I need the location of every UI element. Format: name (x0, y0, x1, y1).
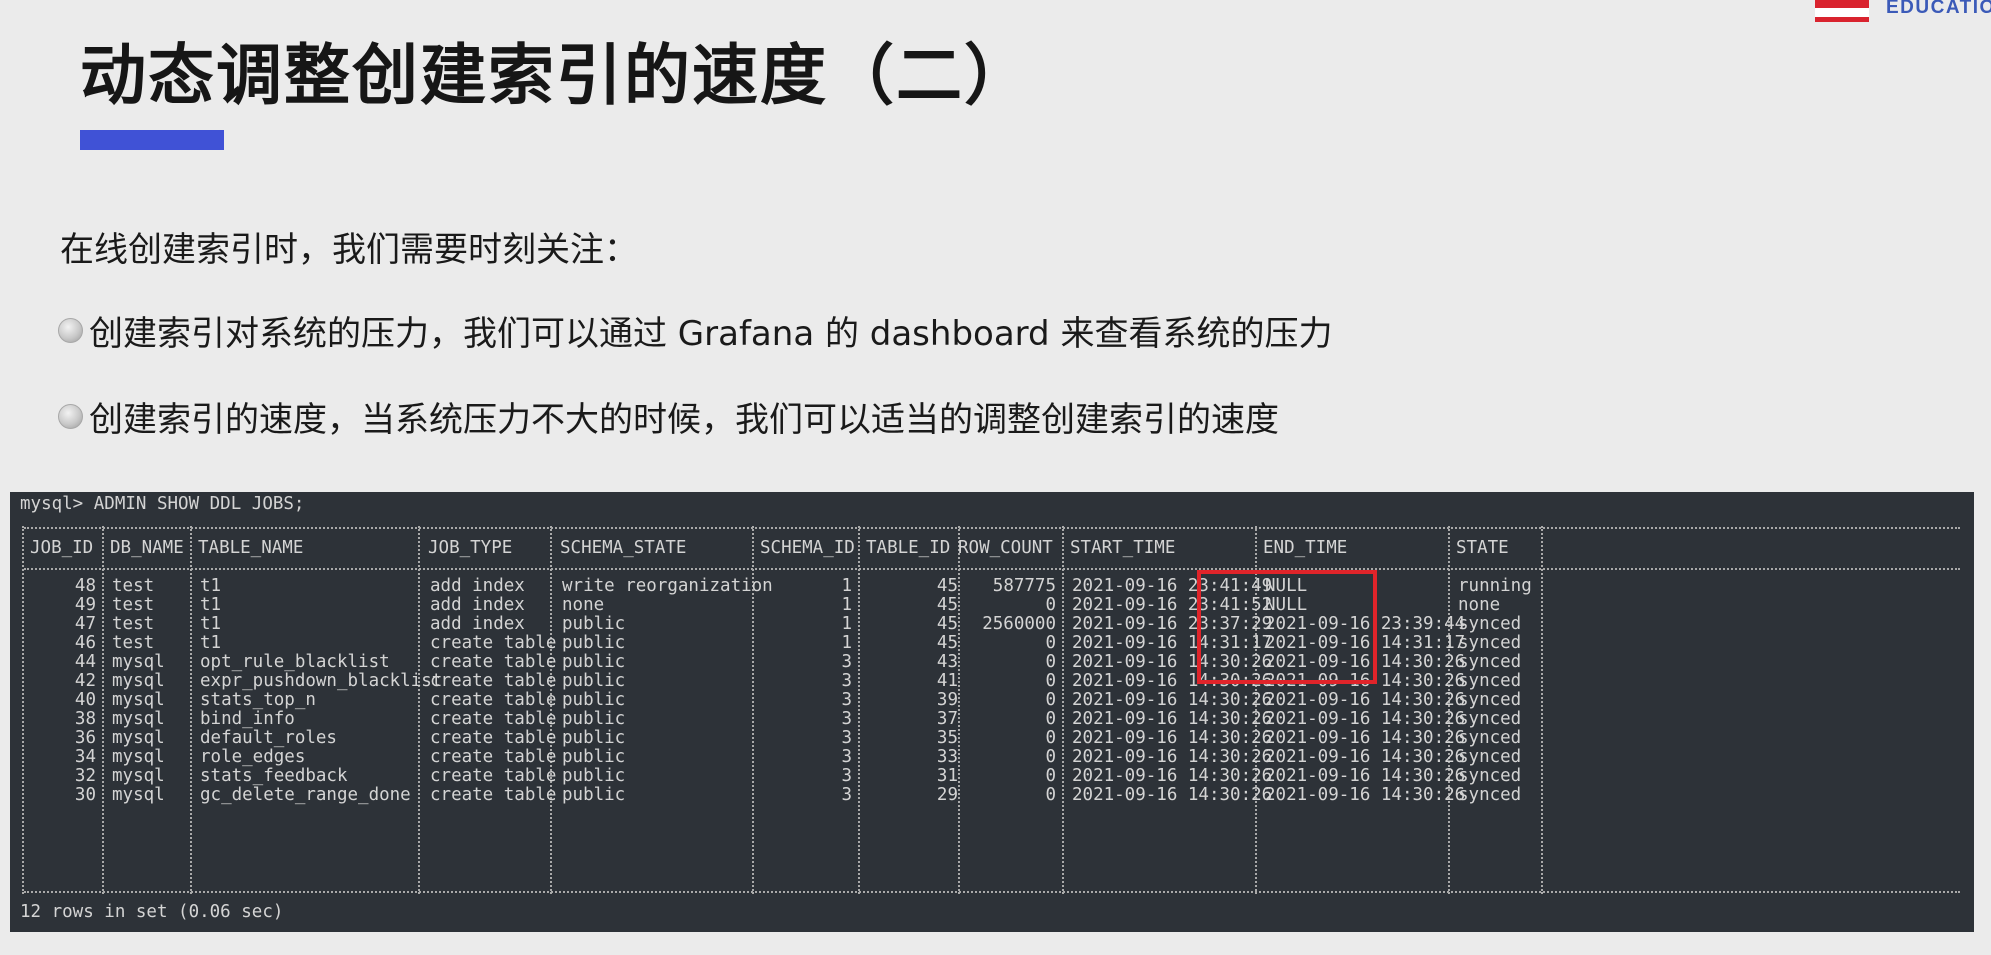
command-line: mysql> ADMIN SHOW DDL JOBS; (20, 494, 305, 514)
bullet-item: 创建索引对系统的压力，我们可以通过 Grafana 的 dashboard 来查… (58, 306, 1332, 355)
bullet-text: 创建索引对系统的压力，我们可以通过 Grafana 的 dashboard 来查… (89, 314, 1333, 354)
bullet-text: 创建索引的速度，当系统压力不大的时候，我们可以适当的调整创建索引的速度 (89, 400, 1279, 440)
cell-state: synced (1458, 785, 1522, 805)
column-header-schema-state: SCHEMA_STATE (560, 538, 687, 558)
header-separator (24, 568, 1960, 570)
brand-text: EDUCATION (1886, 0, 1991, 18)
intro-text: 在线创建索引时，我们需要时刻关注： (60, 230, 638, 270)
column-header-start-time: START_TIME (1070, 538, 1176, 558)
terminal-output: mysql> ADMIN SHOW DDL JOBS; 12 rows in s… (10, 492, 1974, 932)
column-header-end-time: END_TIME (1263, 538, 1348, 558)
column-header-table-name: TABLE_NAME (198, 538, 304, 558)
column-header-job-id: JOB_ID (30, 538, 94, 558)
bullet-dot-icon (58, 404, 83, 429)
cell-db-name: mysql (112, 785, 165, 805)
table-border-top (24, 527, 1960, 529)
book-logo-icon (1815, 0, 1869, 22)
title-accent-bar (80, 130, 224, 150)
cell-table-name: gc_delete_range_done (200, 785, 411, 805)
result-summary: 12 rows in set (0.06 sec) (20, 902, 284, 922)
cell-job-type: create table (430, 785, 557, 805)
table-row: 30 mysql gc_delete_range_done create table p… (10, 783, 1974, 807)
slide-title: 动态调整创建索引的速度（二） (80, 37, 1032, 114)
bullet-item: 创建索引的速度，当系统压力不大的时候，我们可以适当的调整创建索引的速度 (58, 392, 1279, 441)
column-header-state: STATE (1456, 538, 1509, 558)
cell-schema-state: public (562, 785, 626, 805)
row-count-highlight-box (1197, 570, 1377, 684)
bullet-dot-icon (58, 318, 83, 343)
cell-job-id: 30 (74, 785, 96, 805)
table-header-row: JOB_ID DB_NAME TABLE_NAME JOB_TYPE SCHEMA_ST… (10, 536, 1974, 560)
column-header-job-type: JOB_TYPE (428, 538, 513, 558)
column-header-row-count: ROW_COUNT (958, 538, 1053, 558)
cell-row-count: 0 (1045, 785, 1056, 805)
column-header-db-name: DB_NAME (110, 538, 184, 558)
cell-start-time: 2021-09-16 14:30:26 (1072, 785, 1273, 805)
column-header-table-id: TABLE_ID (866, 538, 951, 558)
column-header-schema-id: SCHEMA_ID (760, 538, 855, 558)
table-border-bottom (24, 891, 1960, 893)
cell-schema-id: 3 (841, 785, 852, 805)
cell-table-id: 29 (936, 785, 958, 805)
brand-logo: EDUCATION (1751, 0, 1991, 28)
cell-end-time: 2021-09-16 14:30:26 (1265, 785, 1466, 805)
slide: EDUCATION 动态调整创建索引的速度（二） 在线创建索引时，我们需要时刻关… (0, 0, 1991, 955)
